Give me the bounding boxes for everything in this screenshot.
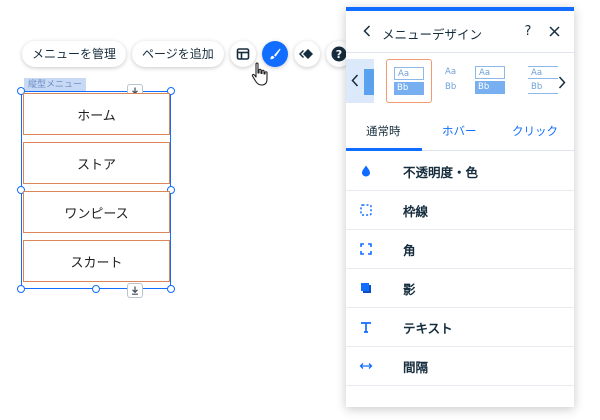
carousel-next-button[interactable] xyxy=(558,74,570,89)
resize-handle[interactable] xyxy=(167,285,175,293)
drop-icon xyxy=(358,163,374,179)
option-corners[interactable]: 角 xyxy=(346,230,574,269)
chevron-left-icon xyxy=(363,25,371,37)
text-icon xyxy=(358,319,374,335)
chevron-right-icon xyxy=(558,76,566,89)
tab-normal[interactable]: 通常時 xyxy=(366,123,401,139)
option-shadow[interactable]: 影 xyxy=(346,269,574,308)
preset-option-1[interactable]: Aa Bb xyxy=(386,59,432,103)
preset-carousel: Aa Bb Aa Bb Aa Bb Aa Bb xyxy=(346,53,574,111)
design-brush-icon xyxy=(270,48,281,60)
menu-item-skirt[interactable]: スカート xyxy=(23,240,170,282)
stretch-bottom-handle[interactable] xyxy=(128,284,142,297)
download-arrow-icon xyxy=(132,286,138,295)
tab-click[interactable]: クリック xyxy=(512,123,558,139)
tab-hover[interactable]: ホバー xyxy=(442,123,477,139)
state-tabs: 通常時 ホバー クリック xyxy=(346,111,574,151)
shadow-icon xyxy=(358,280,374,296)
back-button[interactable] xyxy=(358,22,376,40)
panel-title: メニューデザイン xyxy=(382,27,483,42)
option-border[interactable]: 枠線 xyxy=(346,191,574,230)
add-page-button[interactable]: ページを追加 xyxy=(132,41,224,67)
option-fill-opacity[interactable]: 不透明度・色 xyxy=(346,152,574,191)
svg-text:?: ? xyxy=(336,48,342,61)
selection-label: 縦型メニュー xyxy=(24,78,87,92)
resize-handle[interactable] xyxy=(92,285,100,293)
animation-button[interactable] xyxy=(293,41,320,67)
active-tab-indicator xyxy=(346,148,422,151)
chevron-left-icon xyxy=(351,74,359,87)
preset-option-4[interactable]: Aa Bb xyxy=(524,59,558,103)
help-button[interactable]: ? xyxy=(519,22,537,40)
resize-handle[interactable] xyxy=(17,285,25,293)
hand-cursor-icon xyxy=(251,62,268,86)
close-icon xyxy=(548,25,560,37)
animation-icon xyxy=(298,49,313,59)
preset-option-3[interactable]: Aa Bb xyxy=(472,59,516,103)
option-spacing[interactable]: 間隔 xyxy=(346,347,574,386)
menu-item-store[interactable]: ストア xyxy=(23,142,170,184)
element-toolbar: メニューを管理 ページを追加 ? xyxy=(22,41,358,67)
menu-item-onepiece[interactable]: ワンピース xyxy=(23,191,170,233)
menu-design-panel: メニューデザイン ? Aa Bb Aa Bb Aa Bb Aa Bb 通常時 ホ… xyxy=(346,7,574,407)
spacing-arrows-icon xyxy=(358,358,374,374)
panel-header: メニューデザイン ? xyxy=(346,11,574,53)
manage-menu-button[interactable]: メニューを管理 xyxy=(22,41,127,67)
layout-icon xyxy=(236,48,250,60)
option-text[interactable]: テキスト xyxy=(346,308,574,347)
carousel-prev-button[interactable] xyxy=(346,59,374,103)
help-icon: ? xyxy=(331,46,347,62)
corners-icon xyxy=(358,241,374,257)
close-button[interactable] xyxy=(545,22,563,40)
menu-item-home[interactable]: ホーム xyxy=(23,93,170,135)
border-dashed-icon xyxy=(358,202,374,218)
